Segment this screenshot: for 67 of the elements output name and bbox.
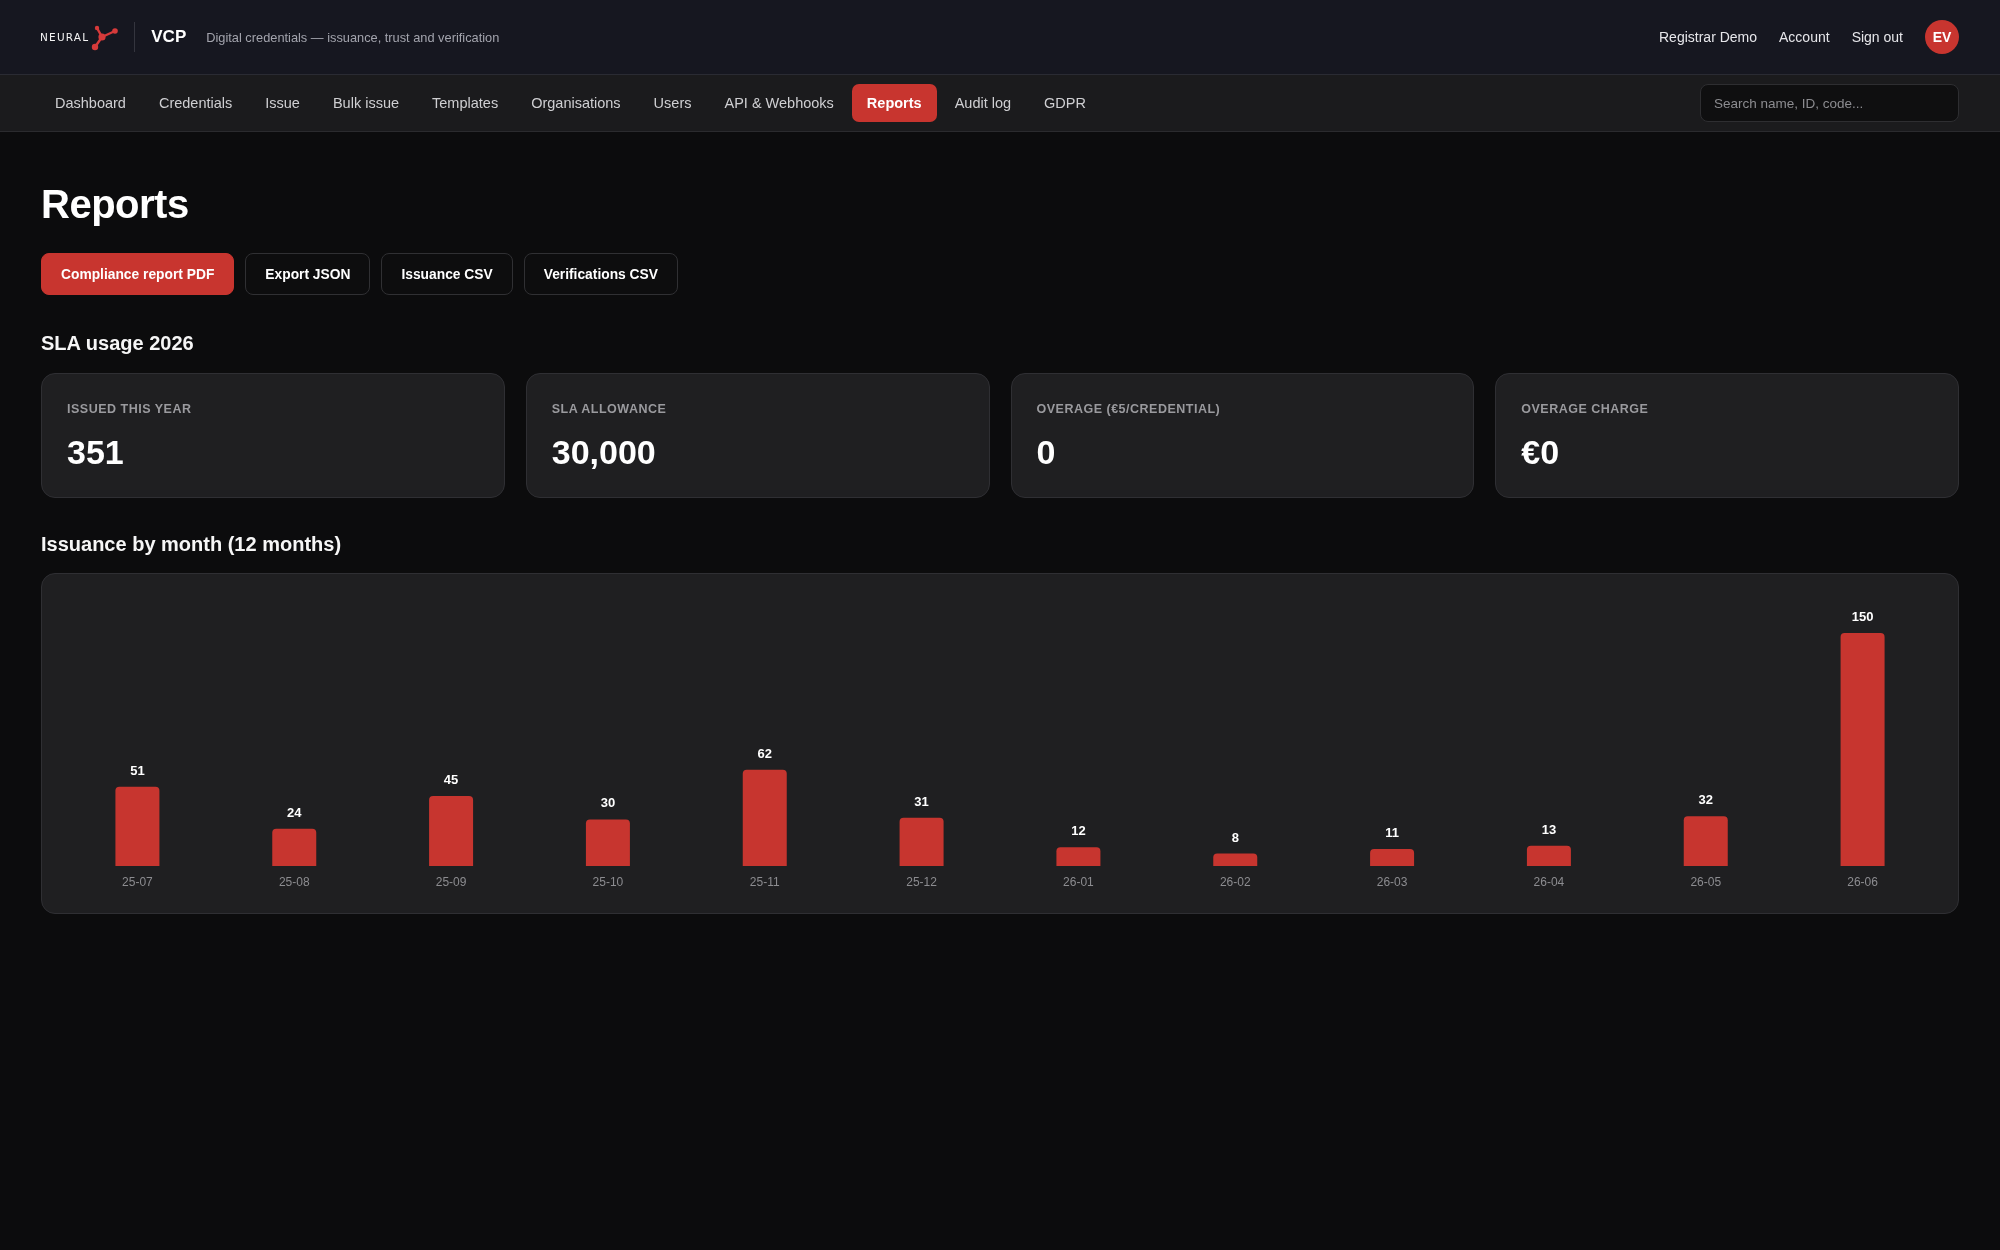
stat-label: OVERAGE CHARGE [1521,401,1649,417]
chart-bar [585,819,630,866]
bar-value-label: 30 [600,795,616,811]
month-label: 26-04 [1533,875,1565,889]
export-button[interactable]: Export JSON [245,253,371,295]
nav-tab[interactable]: Users [638,84,707,122]
bar-value-label: 12 [1071,823,1086,839]
nav-tab[interactable]: GDPR [1029,84,1101,122]
chart-bar [899,817,944,866]
header-link[interactable]: Sign out [1851,29,1903,45]
bar-value-label: 32 [1698,792,1713,808]
stat-label: SLA ALLOWANCE [551,401,667,417]
bar-value-label: 31 [914,793,929,809]
month-label: 26-05 [1690,875,1722,889]
month-label: 25-10 [592,875,624,889]
nav-tab[interactable]: Audit log [939,84,1027,122]
month-label: 25-08 [278,875,310,889]
month-label: 26-01 [1063,875,1094,889]
bar-value-label: 24 [287,804,302,820]
chart-bar [1683,816,1728,866]
bar-value-label: 13 [1541,821,1557,837]
bar-value-label: 150 [1851,609,1874,624]
section-title: SLA usage 2026 [41,331,195,355]
chart-bar [272,828,317,866]
month-label: 26-06 [1847,875,1878,889]
nav-tab[interactable]: Dashboard [40,84,141,122]
chart-bar [429,796,474,866]
app-name: VCP [151,27,187,47]
bar-value-label: 45 [443,772,459,788]
month-label: 26-02 [1219,875,1251,889]
app-tagline: Digital credentials — issuance, trust and verification [206,29,500,45]
header-link[interactable]: Account [1779,29,1830,45]
nav-tab[interactable]: Credentials [143,84,248,122]
stat-value: 30,000 [551,432,656,472]
stat-value: 351 [67,432,124,472]
bar-value-label: 51 [130,762,145,778]
nav-tab[interactable]: Reports [851,84,937,122]
month-label: 25-11 [749,875,780,889]
export-button[interactable]: Compliance report PDF [41,253,235,295]
header-link[interactable]: Registrar Demo [1659,29,1758,45]
nav-tab[interactable]: Bulk issue [317,84,415,122]
stat-value: 0 [1036,432,1056,472]
nav-tab[interactable]: Templates [417,84,514,122]
nav-tab[interactable]: Issue [250,84,315,122]
export-button[interactable]: Issuance CSV [381,253,513,295]
section-title: Issuance by month (12 months) [41,532,343,556]
bar-value-label: 62 [757,745,772,761]
month-label: 26-03 [1376,875,1408,889]
stat-label: OVERAGE (€5/CREDENTIAL) [1036,401,1221,417]
chart-bar [1213,853,1258,866]
nav-tab[interactable]: API & Webhooks [709,84,849,122]
month-label: 25-07 [122,875,153,889]
chart-bar [1526,845,1571,866]
month-label: 25-09 [435,875,467,889]
stat-value: €0 [1521,432,1560,472]
chart-bar [1370,848,1415,866]
chart-bar [1056,847,1101,866]
bar-value-label: 11 [1385,824,1399,840]
logo-wordmark: NEURAL [40,31,90,43]
bar-value-label: 8 [1231,829,1239,845]
page-title: Reports [41,181,190,228]
month-label: 25-12 [906,875,937,889]
stat-label: ISSUED THIS YEAR [67,401,192,417]
nav-tab[interactable]: Organisations [516,84,636,122]
search-field[interactable]: Search name, ID, code... [1700,84,1959,122]
user-avatar[interactable]: EV [1925,20,1959,54]
export-button[interactable]: Verifications CSV [523,253,678,295]
